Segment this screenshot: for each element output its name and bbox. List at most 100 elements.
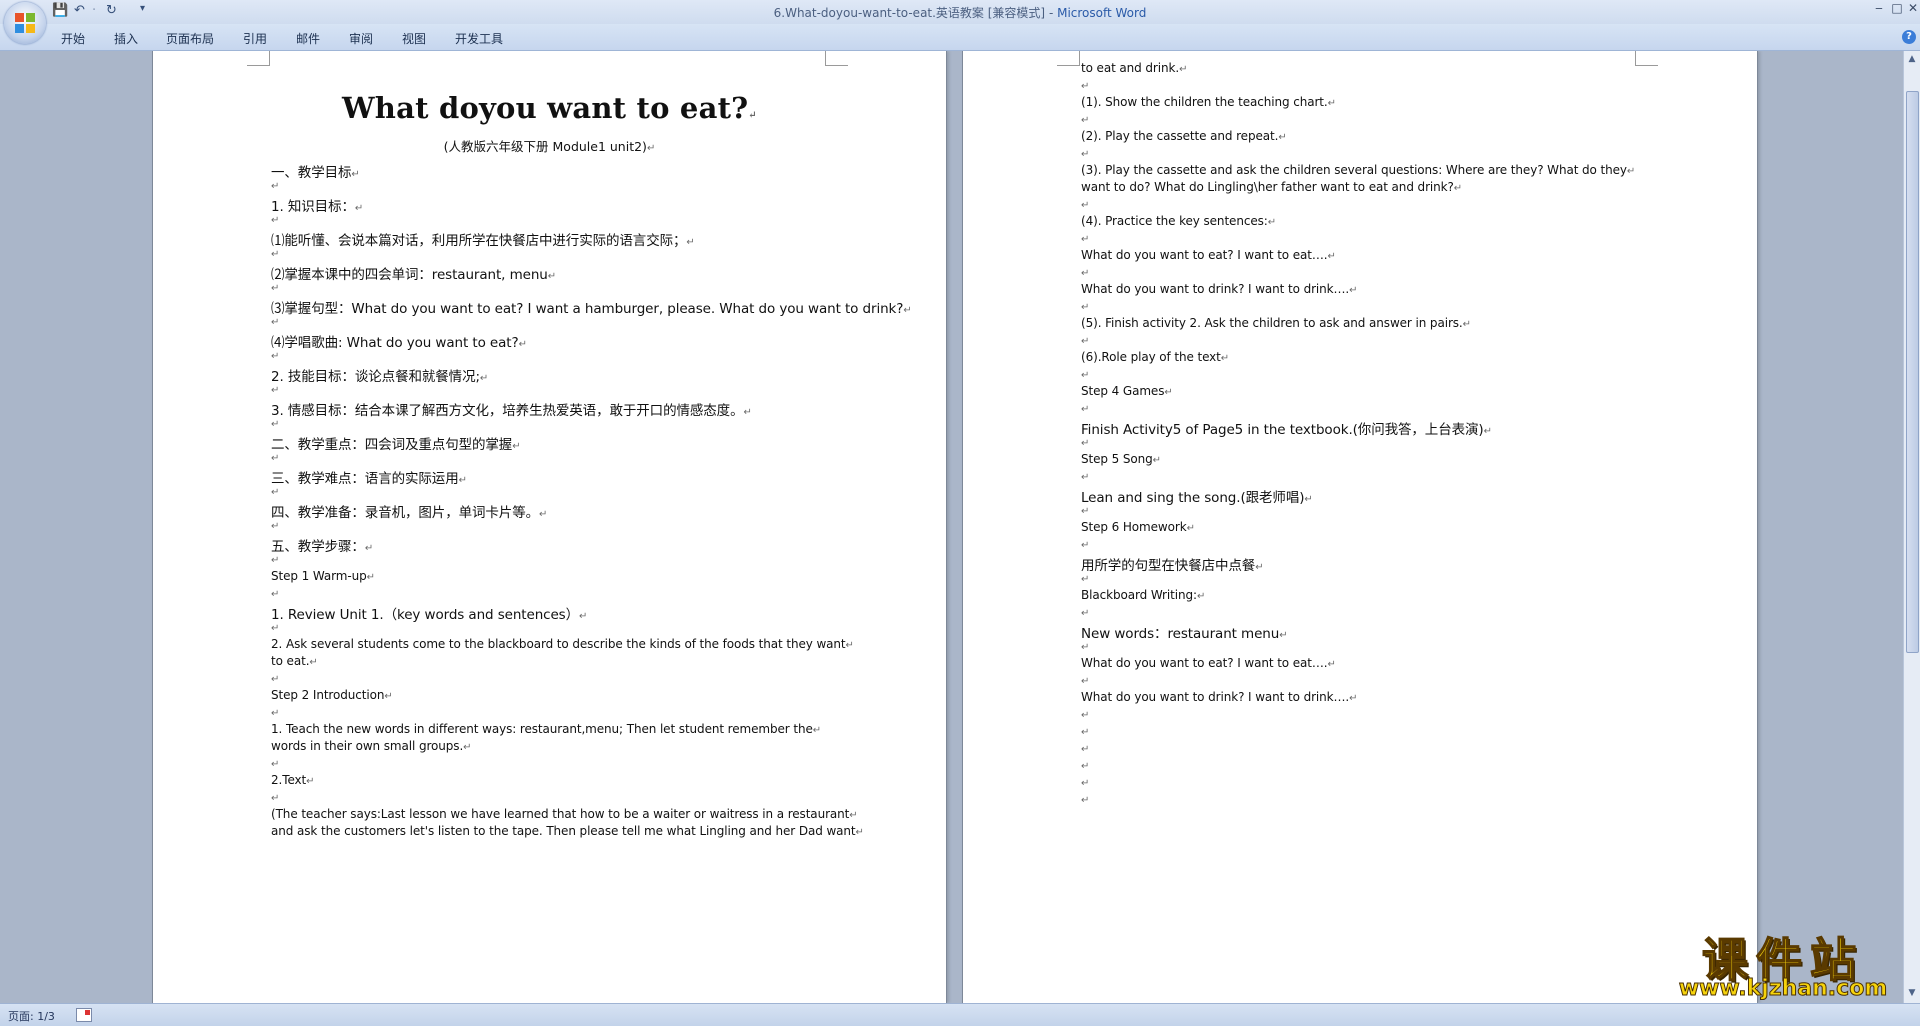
- window-title: 6.What-doyou-want-to-eat.英语教案 [兼容模式] - M…: [0, 4, 1920, 21]
- line-text: 2. 技能目标：谈论点餐和就餐情况;: [271, 369, 480, 385]
- paragraph-mark: ↵: [1081, 676, 1090, 687]
- empty-paragraph: ↵: [1081, 639, 1089, 653]
- line-text: ⑵掌握本课中的四会单词：restaurant, menu: [271, 267, 548, 283]
- scroll-down-icon[interactable]: ▼: [1906, 987, 1918, 999]
- line-text: (5). Finish activity 2. Ask the children…: [1081, 316, 1463, 330]
- paragraph-mark: ↵: [1453, 183, 1463, 194]
- document-title-text: What doyou want to eat?: [342, 91, 749, 125]
- scroll-up-icon[interactable]: ▲: [1906, 53, 1918, 65]
- paragraph-mark: ↵: [1081, 370, 1090, 381]
- empty-paragraph: ↵: [271, 382, 279, 396]
- line-text: (2). Play the cassette and repeat.: [1081, 129, 1279, 143]
- empty-paragraph: ↵: [1081, 741, 1089, 755]
- line-text: (3). Play the cassette and ask the child…: [1081, 163, 1627, 177]
- paragraph-mark: ↵: [1152, 455, 1161, 466]
- paragraph-mark: ↵: [547, 271, 557, 282]
- paragraph-mark: ↵: [1081, 540, 1090, 551]
- paragraph-mark: ↵: [812, 725, 822, 736]
- paragraph-mark: ↵: [271, 317, 280, 328]
- paragraph-mark: ↵: [306, 776, 315, 787]
- text-line: (6).Role play of the text↵: [1081, 350, 1229, 364]
- empty-paragraph: ↵: [1081, 435, 1089, 449]
- paragraph-mark: ↵: [479, 373, 489, 384]
- paragraph-mark: ↵: [1081, 795, 1090, 806]
- office-button[interactable]: [4, 2, 46, 44]
- tab-review[interactable]: 审阅: [349, 30, 373, 47]
- line-text: 3. 情感目标：结合本课了解西方文化，培养生热爱英语，敢于开口的情感态度。: [271, 403, 744, 419]
- tab-page-layout[interactable]: 页面布局: [166, 30, 214, 47]
- tab-references[interactable]: 引用: [243, 30, 267, 47]
- title-bar: 💾 ↶ · ↻ ▾ 6.What-doyou-want-to-eat.英语教案 …: [0, 0, 1920, 25]
- vertical-scrollbar[interactable]: ▲ ▼: [1903, 51, 1920, 1003]
- proofing-status-icon[interactable]: [76, 1008, 92, 1022]
- text-line: ⑵掌握本课中的四会单词：restaurant, menu↵: [271, 263, 556, 283]
- paragraph-mark: ↵: [1081, 336, 1090, 347]
- tab-developer[interactable]: 开发工具: [455, 30, 503, 47]
- text-line: 3. 情感目标：结合本课了解西方文化，培养生热爱英语，敢于开口的情感态度。↵: [271, 399, 752, 419]
- text-line: Finish Activity5 of Page5 in the textboo…: [1081, 418, 1492, 438]
- line-text: Step 2 Introduction: [271, 688, 385, 702]
- paragraph-mark: ↵: [271, 215, 280, 226]
- empty-paragraph: ↵: [1081, 401, 1089, 415]
- paragraph-mark: ↵: [1081, 472, 1090, 483]
- paragraph-mark: ↵: [271, 793, 280, 804]
- tab-home[interactable]: 开始: [61, 30, 85, 47]
- empty-paragraph: ↵: [1081, 299, 1089, 313]
- empty-paragraph: ↵: [271, 671, 279, 685]
- text-line: ⑶掌握句型：What do you want to eat? I want a …: [271, 297, 912, 317]
- text-line: Blackboard Writing:↵: [1081, 588, 1205, 602]
- line-text: (4). Practice the key sentences:: [1081, 214, 1268, 228]
- paragraph-mark: ↵: [351, 169, 360, 180]
- paragraph-mark: ↵: [849, 810, 858, 821]
- paragraph-mark: ↵: [309, 657, 318, 668]
- paragraph-mark: ↵: [271, 623, 280, 634]
- paragraph-mark: ↵: [271, 589, 280, 600]
- line-text: to eat and drink.: [1081, 61, 1180, 75]
- paragraph-mark: ↵: [1267, 217, 1276, 228]
- paragraph-mark: ↵: [1179, 64, 1188, 75]
- empty-paragraph: ↵: [271, 586, 279, 600]
- text-line: words in their own small groups.↵: [271, 739, 472, 753]
- line-text: What do you want to eat? I want to eat….: [1081, 248, 1328, 262]
- line-text: What do you want to drink? I want to dri…: [1081, 690, 1350, 704]
- line-text: (1). Show the children the teaching char…: [1081, 95, 1328, 109]
- paragraph-mark: ↵: [1081, 81, 1090, 92]
- paragraph-mark: ↵: [1081, 727, 1090, 738]
- document-workspace[interactable]: What doyou want to eat? ↵ (人教版六年级下册 Modul…: [0, 51, 1903, 1003]
- document-page-1[interactable]: What doyou want to eat?↵ (人教版六年级下册 Modul…: [152, 51, 947, 1003]
- document-page-2[interactable]: to eat and drink.↵ ↵ (1). Show the childre…: [962, 51, 1758, 1003]
- paragraph-mark: ↵: [518, 339, 527, 350]
- text-line: (2). Play the cassette and repeat.↵: [1081, 129, 1287, 143]
- paragraph-mark: ↵: [1349, 693, 1358, 704]
- paragraph-mark: ↵: [271, 181, 280, 192]
- scrollbar-thumb[interactable]: [1906, 91, 1919, 653]
- paragraph-mark: ↵: [384, 691, 393, 702]
- empty-paragraph: ↵: [271, 450, 279, 464]
- help-icon[interactable]: ?: [1902, 30, 1916, 44]
- tab-view[interactable]: 视图: [402, 30, 426, 47]
- line-text: (6).Role play of the text: [1081, 350, 1221, 364]
- paragraph-mark: ↵: [1255, 562, 1264, 573]
- tab-mailings[interactable]: 邮件: [296, 30, 320, 47]
- line-text: 1. 知识目标：: [271, 199, 355, 215]
- text-line: 四、教学准备：录音机，图片，单词卡片等。↵: [271, 501, 547, 521]
- paragraph-mark: ↵: [1081, 115, 1090, 126]
- line-text: Step 5 Song: [1081, 452, 1153, 466]
- text-line: 二、教学重点：四会词及重点句型的掌握↵: [271, 433, 521, 453]
- document-subtitle: (人教版六年级下册 Module1 unit2)↵: [153, 136, 946, 155]
- paragraph-mark: ↵: [1327, 251, 1336, 262]
- paragraph-mark: ↵: [748, 110, 757, 121]
- close-button[interactable]: ✕: [1900, 1, 1920, 19]
- text-line: 1. 知识目标：↵: [271, 195, 363, 215]
- status-bar: 页面: 1/3: [0, 1003, 1920, 1026]
- empty-paragraph: ↵: [1081, 197, 1089, 211]
- page-indicator[interactable]: 页面: 1/3: [8, 1008, 55, 1024]
- line-text: to eat.: [271, 654, 310, 668]
- paragraph-mark: ↵: [271, 521, 280, 532]
- text-line: 三、教学难点：语言的实际运用↵: [271, 467, 467, 487]
- line-text: 1. Teach the new words in different ways…: [271, 722, 813, 736]
- tab-insert[interactable]: 插入: [114, 30, 138, 47]
- text-line: to eat and drink.↵: [1081, 61, 1187, 75]
- paragraph-mark: ↵: [463, 742, 472, 753]
- line-text: words in their own small groups.: [271, 739, 464, 753]
